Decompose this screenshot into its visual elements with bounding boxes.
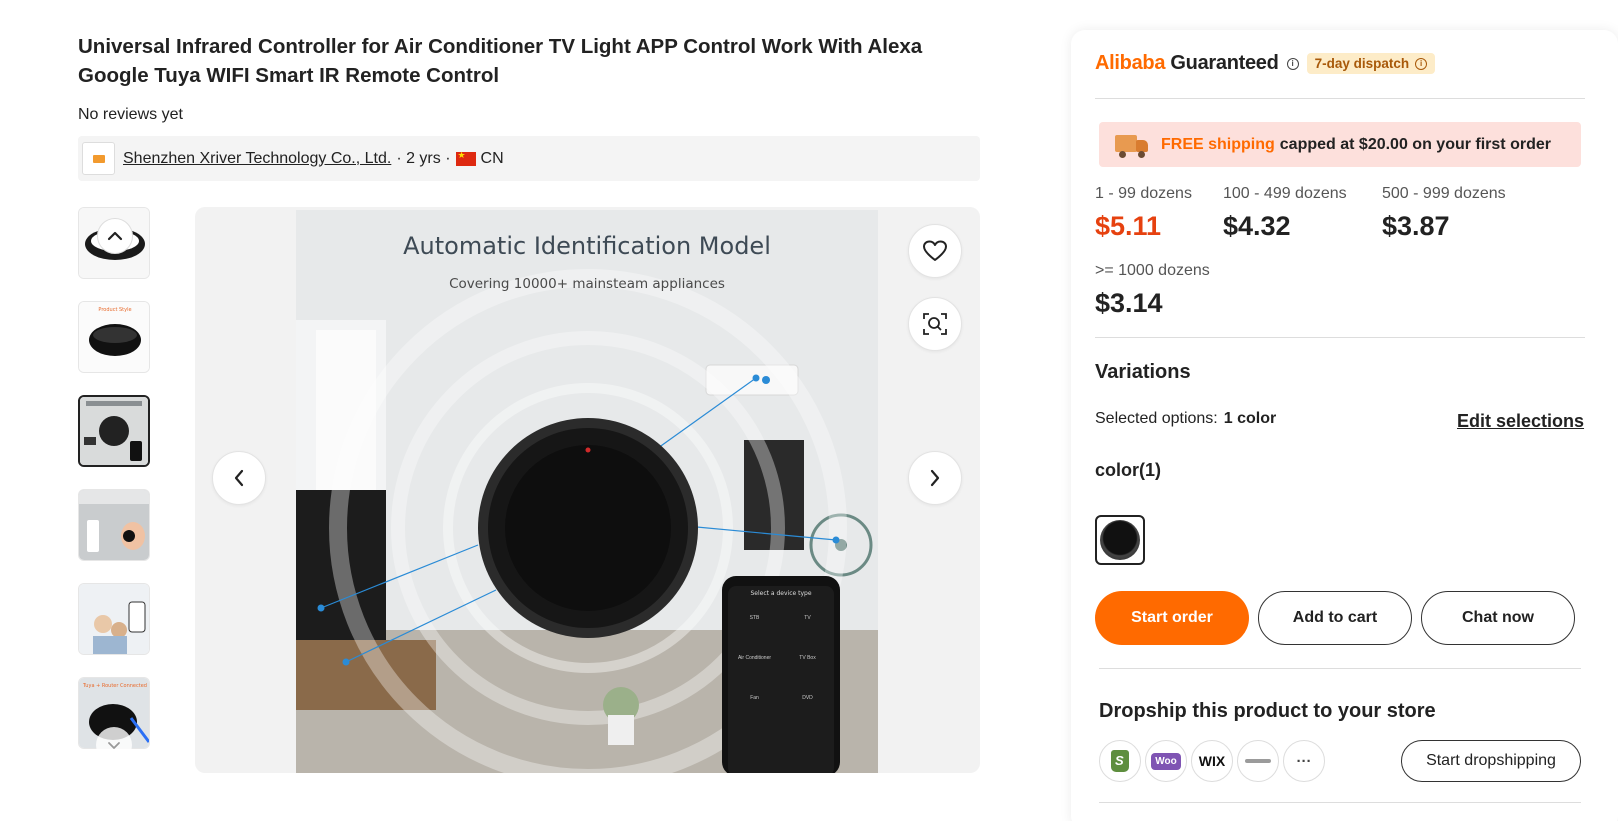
device-type-label: TV Box bbox=[799, 655, 816, 661]
china-flag-icon bbox=[455, 150, 476, 166]
squarespace-icon[interactable] bbox=[1237, 740, 1279, 782]
device-type-label: Fan bbox=[750, 695, 759, 701]
thumbnail-image bbox=[79, 490, 149, 560]
guarantee-row: Alibaba Guaranteed i 7-day dispatch i bbox=[1095, 52, 1436, 75]
thumbnail-image bbox=[80, 397, 148, 465]
chevron-up-icon bbox=[107, 231, 123, 241]
chevron-right-icon bbox=[930, 469, 940, 487]
free-shipping-banner: FREE shipping capped at $20.00 on your f… bbox=[1099, 122, 1581, 167]
image-search-icon bbox=[923, 313, 947, 335]
info-icon[interactable]: i bbox=[1286, 57, 1299, 70]
thumbnail-caption: Tuya + Router Connected bbox=[82, 683, 147, 689]
thumbnail-image: Product Style bbox=[79, 302, 149, 372]
woocommerce-icon[interactable]: Woo bbox=[1145, 740, 1187, 782]
color-swatch-selected[interactable] bbox=[1095, 515, 1145, 565]
price-tier: >= 1000 dozens $3.14 bbox=[1095, 262, 1210, 318]
more-platforms-icon[interactable]: ··· bbox=[1283, 740, 1325, 782]
add-to-cart-button[interactable]: Add to cart bbox=[1258, 591, 1412, 645]
tier-price: $3.14 bbox=[1095, 288, 1163, 318]
image-headline: Automatic Identification Model bbox=[403, 232, 771, 260]
color-option-label: color(1) bbox=[1095, 460, 1162, 480]
alibaba-guaranteed-logo: Alibaba Guaranteed bbox=[1095, 52, 1279, 74]
divider bbox=[1095, 337, 1585, 338]
thumbnail-active[interactable] bbox=[78, 395, 150, 467]
device-type-label: DVD bbox=[802, 695, 813, 701]
thumbnail-scroll-down-button[interactable] bbox=[96, 727, 132, 763]
thumbnail-scroll-up-button[interactable] bbox=[97, 218, 133, 254]
price-tier: 500 - 999 dozens $3.87 bbox=[1382, 185, 1506, 241]
supplier-logo[interactable] bbox=[82, 142, 115, 175]
dropship-heading: Dropship this product to your store bbox=[1099, 700, 1436, 722]
shipping-cap-text: capped at $20.00 on your first order bbox=[1279, 135, 1551, 153]
thumbnail[interactable] bbox=[78, 489, 150, 561]
supplier-meta: · 2 yrs · CN bbox=[396, 150, 503, 168]
thumbnail-caption: Product Style bbox=[98, 307, 131, 313]
dispatch-badge[interactable]: 7-day dispatch i bbox=[1306, 53, 1436, 74]
shopify-icon[interactable] bbox=[1099, 740, 1141, 782]
product-photo: Automatic Identification Model Covering … bbox=[296, 210, 878, 773]
product-title: Universal Infrared Controller for Air Co… bbox=[78, 35, 923, 87]
supplier-years: · 2 yrs · bbox=[396, 149, 451, 167]
image-subheadline: Covering 10000+ mainsteam appliances bbox=[449, 276, 725, 292]
thumbnail-image bbox=[79, 584, 149, 654]
thumbnail[interactable] bbox=[78, 583, 150, 655]
device-type-label: STB bbox=[749, 615, 760, 621]
phone-screen-header: Select a device type bbox=[750, 590, 812, 597]
device-type-label: Air Conditioner bbox=[737, 655, 772, 661]
favorite-button[interactable] bbox=[908, 224, 962, 278]
divider bbox=[1095, 98, 1585, 99]
thumbnail[interactable]: Product Style bbox=[78, 301, 150, 373]
main-product-image: Automatic Identification Model Covering … bbox=[195, 207, 980, 773]
info-icon: i bbox=[1415, 57, 1428, 70]
free-shipping-label: FREE shipping bbox=[1161, 135, 1275, 153]
edit-selections-link[interactable]: Edit selections bbox=[1457, 411, 1584, 432]
dropship-platforms: Woo WIX ··· bbox=[1099, 740, 1325, 782]
purchase-panel: Alibaba Guaranteed i 7-day dispatch i FR… bbox=[1071, 30, 1618, 821]
phone-screen: Select a device type STB TV Air Conditio… bbox=[728, 590, 834, 701]
thumbnail-list: Product Style Tuya + Router Connected bbox=[78, 207, 150, 771]
chevron-down-icon bbox=[108, 741, 120, 749]
supplier-link[interactable]: Shenzhen Xriver Technology Co., Ltd. bbox=[123, 150, 391, 168]
start-order-button[interactable]: Start order bbox=[1095, 591, 1249, 645]
thumbnail[interactable] bbox=[78, 207, 150, 279]
price-tier: 100 - 499 dozens $4.32 bbox=[1223, 185, 1347, 241]
previous-image-button[interactable] bbox=[212, 451, 266, 505]
chevron-left-icon bbox=[234, 469, 244, 487]
variations-heading: Variations bbox=[1095, 361, 1191, 383]
start-dropshipping-button[interactable]: Start dropshipping bbox=[1401, 740, 1581, 782]
divider bbox=[1099, 668, 1581, 669]
next-image-button[interactable] bbox=[908, 451, 962, 505]
tier-price: $5.11 bbox=[1095, 211, 1162, 241]
tier-price: $4.32 bbox=[1223, 211, 1291, 241]
divider bbox=[1099, 802, 1581, 803]
device-type-label: TV bbox=[804, 615, 811, 621]
selected-options: Selected options: 1 color bbox=[1095, 410, 1277, 427]
reviews-status: No reviews yet bbox=[78, 106, 183, 123]
supplier-country: CN bbox=[480, 149, 504, 167]
tier-price: $3.87 bbox=[1382, 211, 1450, 241]
supplier-bar: Shenzhen Xriver Technology Co., Ltd. · 2… bbox=[78, 136, 980, 181]
visual-search-button[interactable] bbox=[908, 297, 962, 351]
wix-icon[interactable]: WIX bbox=[1191, 740, 1233, 782]
heart-icon bbox=[923, 240, 947, 261]
truck-icon bbox=[1115, 133, 1149, 158]
price-tier: 1 - 99 dozens $5.11 bbox=[1095, 185, 1192, 241]
chat-now-button[interactable]: Chat now bbox=[1421, 591, 1575, 645]
